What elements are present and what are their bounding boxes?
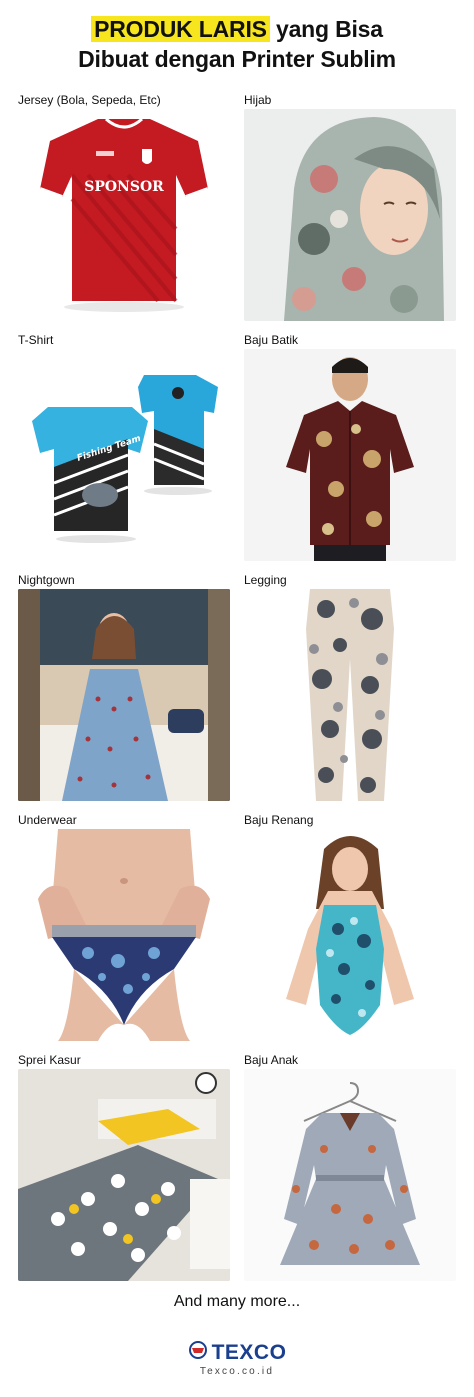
product-label-hijab: Hijab — [244, 93, 272, 107]
bedsheet-image — [18, 1069, 230, 1281]
product-label-kids: Baju Anak — [244, 1053, 299, 1067]
brand-name: TEXCO — [211, 1340, 287, 1364]
kids-dress-image — [244, 1069, 456, 1281]
page-title: PRODUK LARIS yang Bisa Dibuat dengan Pri… — [0, 14, 474, 74]
title-highlight: PRODUK LARIS — [91, 16, 270, 42]
texco-logo-icon — [188, 1340, 208, 1365]
legging-image — [244, 589, 456, 801]
product-label-nightgown: Nightgown — [18, 573, 75, 587]
brand-site[interactable]: Texco.co.id — [0, 1366, 474, 1377]
product-label-underwear: Underwear — [18, 813, 77, 827]
title-line1-rest: yang Bisa — [276, 16, 383, 42]
product-label-swimsuit: Baju Renang — [244, 813, 314, 827]
nightgown-image — [18, 589, 230, 801]
underwear-image — [18, 829, 230, 1041]
product-label-tshirt: T-Shirt — [18, 333, 54, 347]
product-label-batik: Baju Batik — [244, 333, 299, 347]
batik-image — [244, 349, 456, 561]
product-label-jersey: Jersey (Bola, Sepeda, Etc) — [18, 93, 161, 107]
product-label-legging: Legging — [244, 573, 287, 587]
texco-brand[interactable]: TEXCO Texco.co.id — [0, 1340, 474, 1377]
swimsuit-image — [244, 829, 456, 1041]
jersey-image: SPONSOR — [18, 109, 230, 321]
title-line2: Dibuat dengan Printer Sublim — [78, 46, 396, 72]
jersey-print-text: SPONSOR — [84, 179, 164, 195]
tshirt-image: Fishing Team — [18, 349, 230, 561]
and-many-more-text: And many more... — [173, 1293, 301, 1310]
product-label-bedsheet: Sprei Kasur — [18, 1053, 81, 1067]
hijab-image — [244, 109, 456, 321]
